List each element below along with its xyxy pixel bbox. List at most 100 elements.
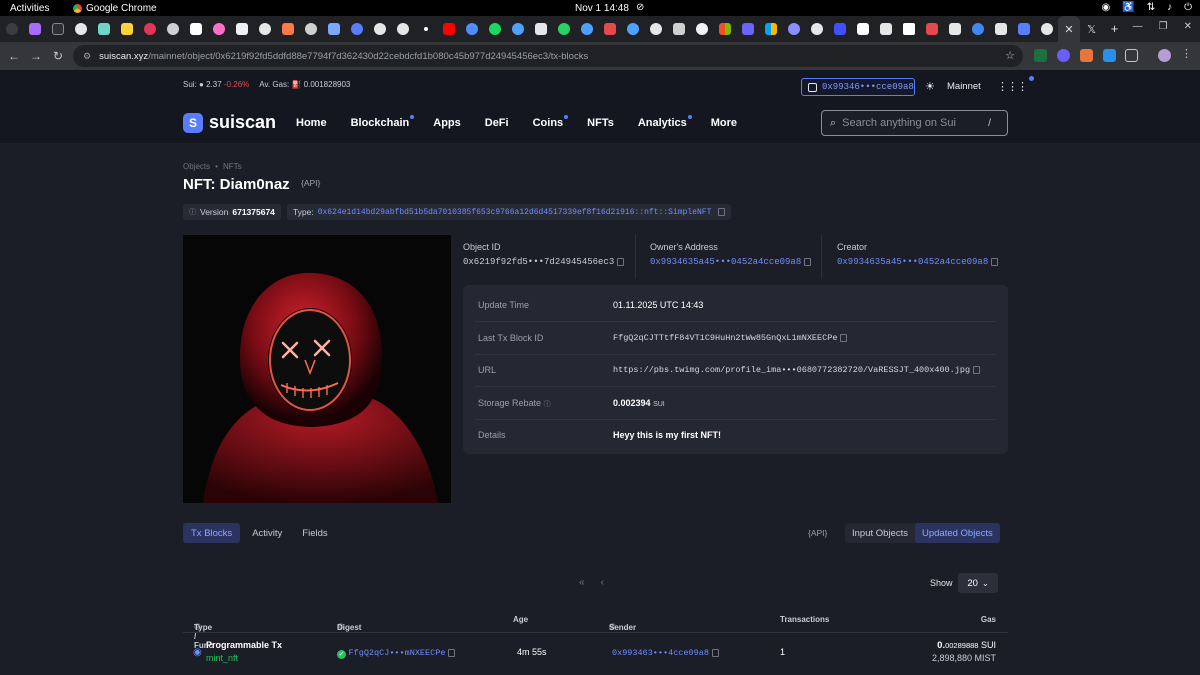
browser-tab[interactable] — [230, 16, 253, 42]
last-tx-link[interactable]: FfgQ2qCJTTtfF84VT1C9HuHn2tWw85GnQxL1mNXE… — [613, 333, 837, 343]
extension-icon[interactable] — [1057, 49, 1070, 62]
browser-tab[interactable] — [966, 16, 989, 42]
browser-tab[interactable] — [115, 16, 138, 42]
browser-tab[interactable] — [1035, 16, 1058, 42]
type-link[interactable]: 0x624e1d14bd29abfbd51b5da7010385f653c976… — [318, 208, 712, 217]
search-box[interactable]: ⌕ / — [821, 110, 1008, 136]
theme-toggle-sun-icon[interactable]: ☀ — [925, 80, 935, 93]
browser-tab[interactable] — [368, 16, 391, 42]
browser-menu-icon[interactable]: ⋮ — [1181, 47, 1194, 60]
browser-tab[interactable] — [759, 16, 782, 42]
browser-tab[interactable] — [437, 16, 460, 42]
browser-tab[interactable] — [851, 16, 874, 42]
browser-tab[interactable] — [690, 16, 713, 42]
browser-tab[interactable] — [575, 16, 598, 42]
extension-icon[interactable] — [1034, 49, 1047, 62]
table-row[interactable]: ◉ Programmable Tx mint_nft ✓ FfgQ2qCJ•••… — [183, 633, 1008, 675]
nav-blockchain[interactable]: Blockchain — [351, 115, 415, 129]
browser-tab[interactable] — [736, 16, 759, 42]
browser-tab[interactable] — [644, 16, 667, 42]
page-size-select[interactable]: 20 ⌄ — [958, 573, 998, 593]
browser-tab[interactable] — [23, 16, 46, 42]
input-objects-button[interactable]: Input Objects — [845, 523, 915, 543]
browser-tab[interactable] — [460, 16, 483, 42]
prev-page-icon[interactable]: ‹ — [601, 577, 604, 588]
browser-tab[interactable] — [782, 16, 805, 42]
profile-avatar[interactable] — [1158, 49, 1171, 62]
close-tab-icon[interactable]: ✕ — [1064, 23, 1073, 36]
browser-tab[interactable] — [391, 16, 414, 42]
copy-icon[interactable] — [973, 365, 981, 374]
browser-tab[interactable] — [667, 16, 690, 42]
search-input[interactable] — [842, 117, 983, 129]
new-tab-button[interactable]: + — [1103, 16, 1126, 42]
browser-tab[interactable] — [529, 16, 552, 42]
browser-tab[interactable] — [276, 16, 299, 42]
breadcrumb-objects[interactable]: Objects — [183, 162, 210, 171]
browser-tab[interactable] — [552, 16, 575, 42]
volume-icon[interactable]: ♪ — [1167, 2, 1172, 13]
api-link[interactable]: {API} — [301, 178, 320, 188]
site-settings-icon[interactable]: ⚙ — [83, 51, 91, 62]
nav-more[interactable]: More — [711, 117, 737, 129]
digest-link[interactable]: FfgQ2qCJ•••mNXEECPe — [349, 648, 446, 658]
browser-tab[interactable] — [414, 16, 437, 42]
network-selector[interactable]: Mainnet — [947, 81, 981, 92]
browser-tab[interactable] — [483, 16, 506, 42]
browser-tab[interactable] — [828, 16, 851, 42]
api-link[interactable]: {API} — [808, 528, 827, 538]
extension-icon[interactable] — [1103, 49, 1116, 62]
nav-defi[interactable]: DeFi — [485, 117, 509, 129]
browser-tab[interactable] — [161, 16, 184, 42]
apps-grid-icon[interactable]: ⋮⋮⋮ — [997, 76, 1034, 93]
browser-tab[interactable] — [897, 16, 920, 42]
browser-tab[interactable] — [138, 16, 161, 42]
browser-tab[interactable] — [506, 16, 529, 42]
nav-coins[interactable]: Coins — [533, 115, 569, 129]
suiscan-logo[interactable]: S suiscan — [183, 112, 276, 133]
close-window-icon[interactable]: ✕ — [1184, 21, 1192, 32]
system-tray[interactable]: ◉ ♿ ⇅ ♪ ⏻ — [1102, 2, 1193, 13]
browser-tab[interactable] — [345, 16, 368, 42]
tab-activity[interactable]: Activity — [244, 523, 290, 543]
copy-icon[interactable] — [448, 648, 456, 657]
copy-icon[interactable] — [718, 208, 726, 216]
accessibility-icon[interactable]: ♿ — [1122, 2, 1134, 13]
browser-tab[interactable]: 𝕏 — [1080, 16, 1103, 42]
browser-tab[interactable] — [713, 16, 736, 42]
bookmark-star-icon[interactable]: ☆ — [1005, 49, 1015, 62]
breadcrumb-nfts[interactable]: NFTs — [223, 162, 242, 171]
forward-icon[interactable]: → — [24, 49, 48, 63]
chrome-tray-icon[interactable]: ◉ — [1102, 2, 1111, 13]
copy-icon[interactable] — [840, 333, 848, 342]
browser-tab[interactable] — [1012, 16, 1035, 42]
browser-tab[interactable] — [920, 16, 943, 42]
tab-tx-blocks[interactable]: Tx Blocks — [183, 523, 241, 543]
copy-icon[interactable] — [804, 257, 812, 266]
nav-nfts[interactable]: NFTs — [587, 117, 614, 129]
browser-tab[interactable] — [621, 16, 644, 42]
browser-tab[interactable] — [598, 16, 621, 42]
copy-icon[interactable] — [711, 648, 719, 657]
tab-fields[interactable]: Fields — [294, 523, 335, 543]
clock[interactable]: Nov 1 14:48 — [575, 3, 629, 14]
browser-tab[interactable] — [299, 16, 322, 42]
eye-icon[interactable]: ◉ — [193, 647, 202, 658]
updated-objects-button[interactable]: Updated Objects — [914, 523, 1000, 543]
power-icon[interactable]: ⏻ — [1184, 2, 1192, 13]
browser-tab[interactable] — [253, 16, 276, 42]
creator-link[interactable]: 0x9934635a45•••0452a4cce09a8 — [837, 257, 988, 267]
nav-home[interactable]: Home — [296, 117, 327, 129]
tab-search-button[interactable] — [0, 16, 23, 42]
extensions-puzzle-icon[interactable] — [1125, 49, 1138, 62]
maximize-icon[interactable]: ❐ — [1159, 21, 1168, 32]
browser-tab[interactable] — [92, 16, 115, 42]
active-app-indicator[interactable]: Google Chrome — [73, 3, 157, 14]
browser-tab[interactable] — [184, 16, 207, 42]
sender-link[interactable]: 0x993463•••4cce09a8 — [612, 648, 709, 658]
browser-tab[interactable] — [207, 16, 230, 42]
first-page-icon[interactable]: « — [579, 577, 585, 588]
browser-tab[interactable] — [989, 16, 1012, 42]
browser-tab[interactable] — [69, 16, 92, 42]
owner-link[interactable]: 0x9934635a45•••0452a4cce09a8 — [650, 257, 801, 267]
